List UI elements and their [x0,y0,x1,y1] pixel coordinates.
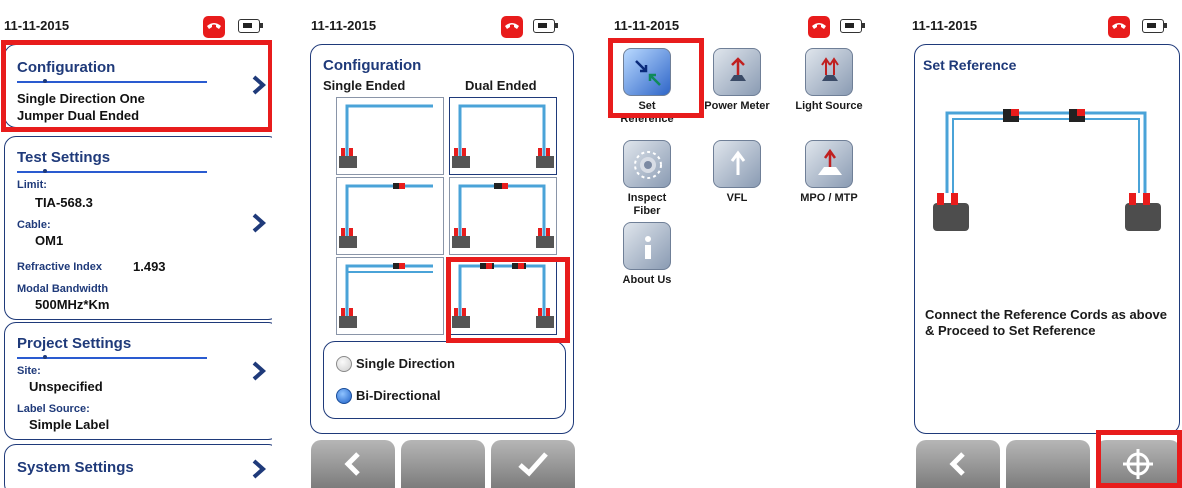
reference-cords-diagram [933,109,1161,231]
middle-button[interactable] [401,440,485,488]
status-date: 11-11-2015 [614,18,680,33]
dual-ended-header: Dual Ended [465,78,537,93]
app-label: Light Source [795,100,863,112]
system-settings-title: System Settings [17,459,134,476]
modal-bandwidth-label: Modal Bandwidth [17,283,109,295]
site-label: Site: [17,365,41,377]
battery-icon [238,19,263,33]
instruction-text: Connect the Reference Cords as above & P… [925,307,1168,338]
battery-icon [533,19,558,33]
radio-single-direction[interactable] [336,356,352,372]
cable-label: Cable: [17,219,51,231]
label-source-label: Label Source: [17,403,90,415]
chevron-left-icon [949,452,965,476]
status-bar: 11-11-2015 [305,0,577,40]
highlight-box [1,40,272,132]
mpo-mtp-icon [805,140,853,188]
status-bar: 11-11-2015 [910,0,1182,40]
configuration-screen: 11-11-2015 Configuration Single Ended Du… [305,0,577,488]
status-date: 11-11-2015 [4,18,70,33]
status-bar: 11-11-2015 [0,0,272,40]
radio-bi-directional[interactable] [336,388,352,404]
bottom-toolbar [305,436,577,488]
middle-button[interactable] [1006,440,1090,488]
limit-label: Limit: [17,179,47,191]
app-power-meter[interactable]: Power Meter [702,48,772,113]
single-ended-diagram [339,104,433,168]
battery-icon [1142,19,1167,33]
vfl-icon [713,140,761,188]
app-inspect-fiber[interactable]: Inspect Fiber [612,140,682,218]
app-mpo-mtp[interactable]: MPO / MTP [794,140,864,205]
radio-label-bi-directional[interactable]: Bi-Directional [356,388,441,403]
settings-screen: 11-11-2015 Configuration Single Directio… [0,0,272,488]
back-button[interactable] [311,440,395,488]
home-screen: 11-11-2015 Set Reference Power Meter Lig… [608,0,880,488]
light-source-icon [805,48,853,96]
phone-icon[interactable] [1108,16,1130,38]
project-settings-card[interactable]: Project Settings Site: Unspecified Label… [4,322,272,440]
test-settings-title: Test Settings [17,149,111,166]
app-label: About Us [622,274,672,286]
power-meter-icon [713,48,761,96]
single-ended-diagram [339,183,433,248]
single-ended-diagram [339,263,433,328]
site-value: Unspecified [29,379,103,394]
divider-dot [43,169,47,173]
status-date: 11-11-2015 [912,18,978,33]
highlight-box [446,257,570,343]
about-icon [623,222,671,270]
panel-title: Configuration [323,57,422,74]
test-settings-card[interactable]: Test Settings Limit: TIA-568.3 Cable: OM… [4,136,272,320]
app-label: Inspect [627,192,667,204]
project-settings-title: Project Settings [17,335,132,352]
single-ended-header: Single Ended [323,78,406,93]
app-label: VFL [726,192,748,204]
label-source-value: Simple Label [29,417,110,432]
config-option-dual-2[interactable] [449,177,557,255]
highlight-box [608,38,704,118]
chevron-right-icon [252,361,267,381]
system-settings-card[interactable]: System Settings [4,444,272,488]
app-light-source[interactable]: Light Source [794,48,864,113]
refractive-index-value: 1.493 [133,259,166,274]
phone-icon[interactable] [808,16,830,38]
limit-value: TIA-568.3 [35,195,93,210]
status-date: 11-11-2015 [311,18,377,33]
configuration-panel: Configuration Single Ended Dual Ended Si… [310,44,574,434]
app-vfl[interactable]: VFL [702,140,772,205]
inspect-fiber-icon [623,140,671,188]
confirm-button[interactable] [491,440,575,488]
highlight-box [1096,430,1182,488]
config-option-single-3[interactable] [336,257,444,335]
chevron-right-icon [252,213,267,233]
phone-icon[interactable] [203,16,225,38]
app-label-line-2: Fiber [633,205,661,217]
radio-label-single-direction[interactable]: Single Direction [356,356,455,371]
status-bar: 11-11-2015 [608,0,880,40]
divider-dot [43,355,47,359]
battery-icon [840,19,865,33]
cable-value: OM1 [35,233,64,248]
chevron-left-icon [344,452,360,476]
back-button[interactable] [916,440,1000,488]
direction-radio-group: Single Direction Bi-Directional [323,341,566,419]
set-reference-title: Set Reference [923,57,1017,73]
config-option-single-1[interactable] [336,97,444,175]
modal-bandwidth-value: 500MHz*Km [35,297,110,312]
chevron-right-icon [252,459,267,479]
set-reference-screen: 11-11-2015 Set Reference Connect the Ref… [910,0,1182,488]
checkmark-icon [518,452,548,477]
config-option-dual-1[interactable] [449,97,557,175]
dual-ended-diagram [452,104,554,168]
config-option-single-2[interactable] [336,177,444,255]
dual-ended-diagram [452,183,554,248]
set-reference-panel: Set Reference Connect the Reference Cord… [914,44,1180,434]
app-label: Power Meter [704,100,770,112]
refractive-index-label: Refractive Index [17,261,102,273]
app-about-us[interactable]: About Us [612,222,682,287]
app-label: MPO / MTP [800,192,858,204]
phone-icon[interactable] [501,16,523,38]
